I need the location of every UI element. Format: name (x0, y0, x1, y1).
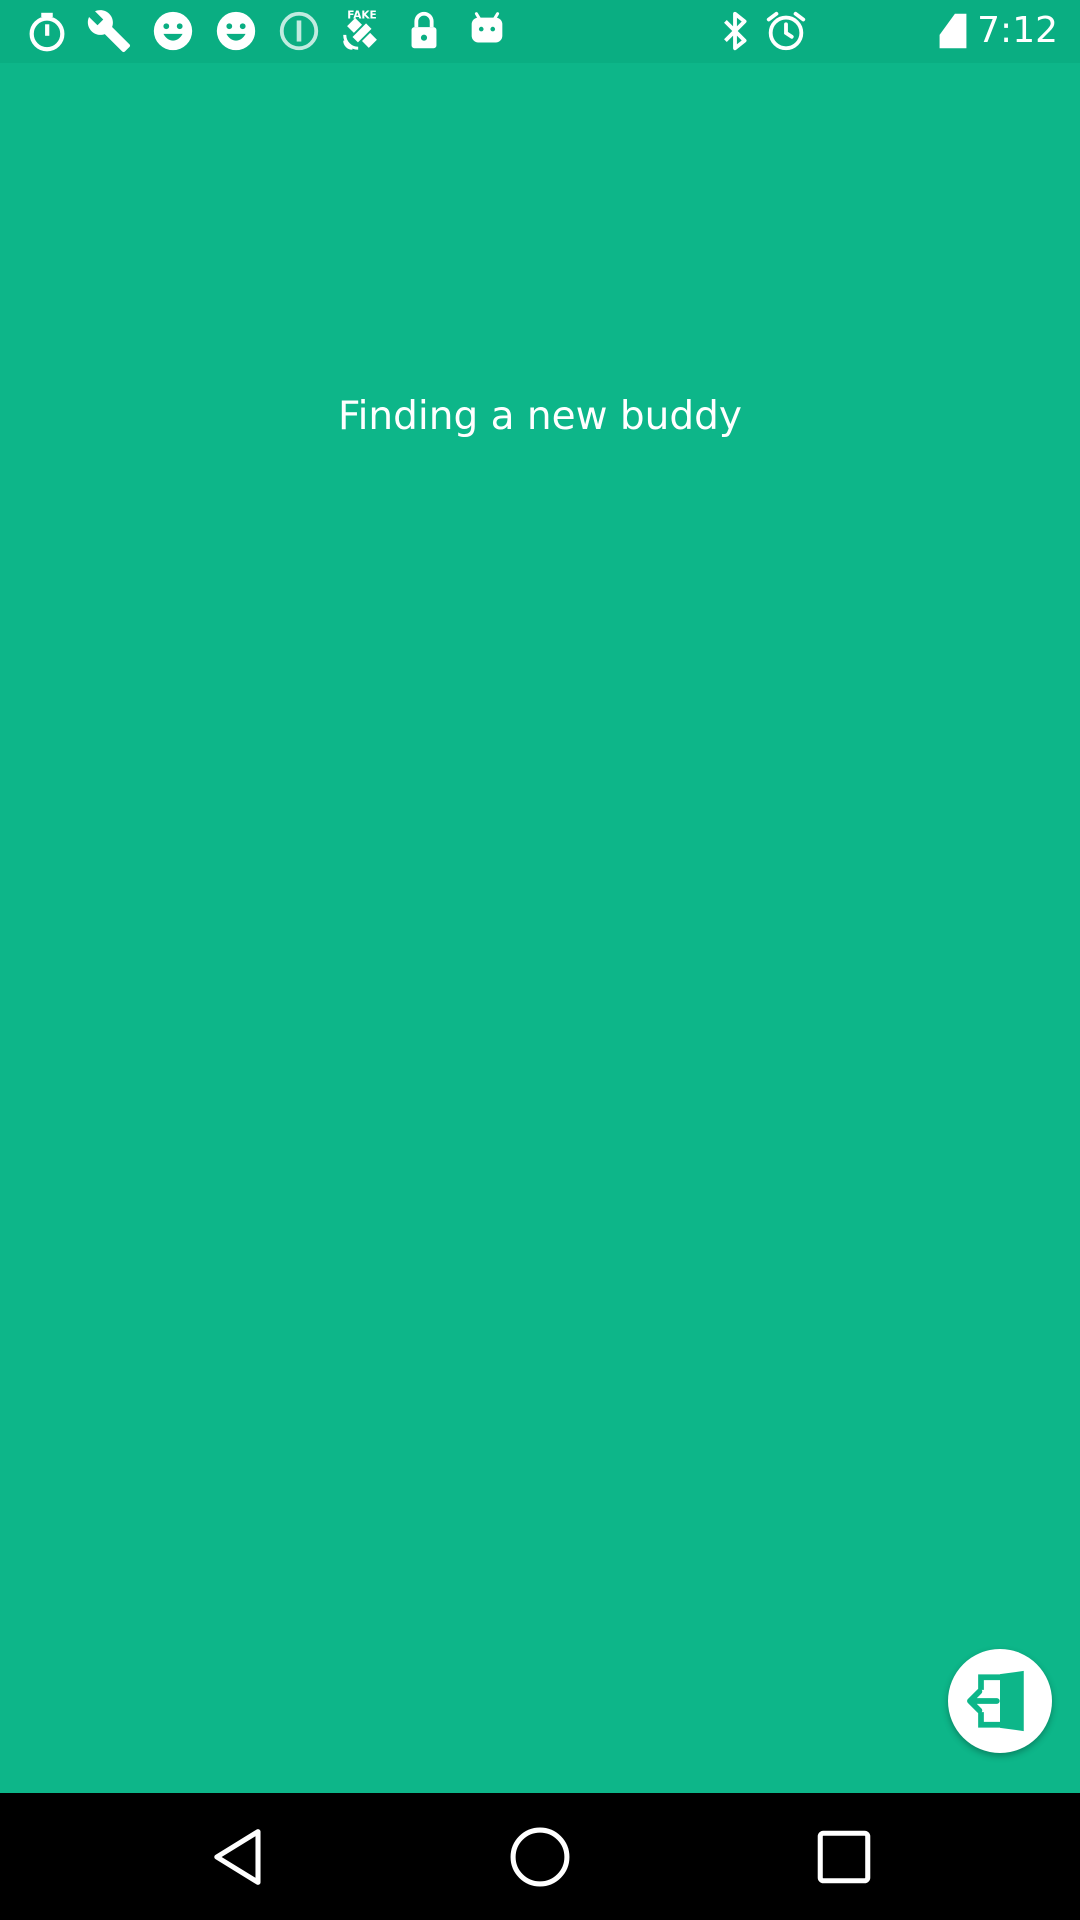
app-screen: FAKE 7:12 Finding a new buddy (0, 0, 1080, 1920)
exit-button[interactable] (948, 1649, 1052, 1753)
status-time: 7:12 (977, 10, 1058, 51)
wrench-icon (86, 8, 132, 54)
alarm-icon (763, 8, 809, 54)
fake-gps-satellite-icon: FAKE (339, 8, 385, 54)
smiley-icon (213, 8, 259, 54)
signal-icon (930, 8, 976, 54)
stopwatch-icon (24, 8, 70, 54)
status-bar: FAKE 7:12 (0, 0, 1080, 63)
fake-badge: FAKE (347, 10, 377, 22)
home-circle-icon (510, 1827, 570, 1887)
recents-square-icon (817, 1830, 871, 1884)
lock-icon (401, 8, 447, 54)
navigation-bar (0, 1793, 1080, 1920)
home-button[interactable] (502, 1819, 578, 1895)
android-icon (464, 8, 510, 54)
bluetooth-icon (712, 8, 758, 54)
smiley-icon (150, 8, 196, 54)
info-circle-icon (276, 8, 322, 54)
recents-button[interactable] (806, 1819, 882, 1895)
back-button[interactable] (201, 1819, 277, 1895)
finding-buddy-message: Finding a new buddy (338, 394, 742, 439)
back-triangle-icon (214, 1829, 261, 1885)
exit-door-icon (967, 1670, 1024, 1732)
